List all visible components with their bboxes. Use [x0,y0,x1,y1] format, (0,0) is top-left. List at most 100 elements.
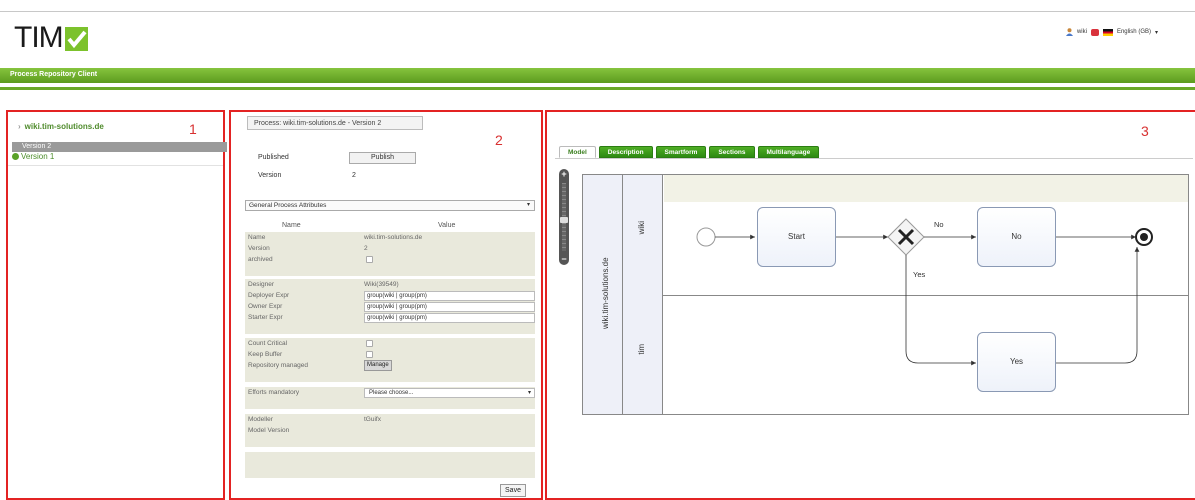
bpmn-pool[interactable]: wiki.tim-solutions.de wiki tim Start No … [582,174,1189,415]
tab-multilanguage[interactable]: Multilanguage [757,146,820,158]
attr-label: Model Version [248,427,290,434]
panel-number: 2 [495,132,503,148]
attr-row-blank [245,323,535,334]
process-model-panel: 3 Model Description Smartform Sections M… [545,110,1195,500]
manage-button[interactable]: Manage [364,360,392,371]
version-label: Version [258,172,282,179]
attr-label: Keep Buffer [248,351,283,358]
published-icon [12,153,19,160]
gateway-label-yes: Yes [913,270,926,279]
logo-text: TIM [14,21,64,54]
attr-row-modeller: Modeller tGuifx [245,414,535,425]
tree-item-version-2[interactable]: Version 2 [12,142,227,152]
tab-sections[interactable]: Sections [709,146,755,158]
tree-root-label: wiki.tim-solutions.de [24,122,104,131]
attr-row-repository-managed: Repository managed Manage [245,360,535,371]
attr-label: Repository managed [248,362,308,369]
tab-smartform[interactable]: Smartform [655,146,707,158]
attr-row-version: Version 2 [245,243,535,254]
attr-row-blank [245,436,535,447]
efforts-select-value: Please choose... [369,390,414,396]
user-name[interactable]: wiki [1077,29,1087,35]
nav-bar: Process Repository Client [0,68,1195,83]
owner-expr-input[interactable]: group(wiki | group(pm) [364,302,535,312]
attr-label: Deployer Expr [248,292,290,299]
divider [8,165,223,166]
tree-item-version-1[interactable]: Version 1 [12,152,54,162]
end-event-dot-icon [1140,233,1148,241]
attr-label: Designer [248,281,275,288]
task-no[interactable]: No [977,207,1056,267]
keep-buffer-checkbox[interactable] [366,351,373,358]
attr-row-blank [245,371,535,382]
start-event-icon[interactable] [696,227,716,247]
published-label: Published [258,154,289,161]
attr-row-count-critical: Count Critical [245,338,535,349]
attr-row-blank [245,265,535,276]
pool-header: wiki.tim-solutions.de [583,175,623,414]
attr-row-deployer: Deployer Expr group(wiki | group(pm) [245,290,535,301]
zoom-slider[interactable]: + − [559,169,569,265]
attr-label: Count Critical [248,340,288,347]
attr-label: Starter Expr [248,314,283,321]
attr-label: Efforts mandatory [248,389,300,396]
tab-model[interactable]: Model [559,146,596,158]
attr-row-blank [245,452,535,478]
task-yes[interactable]: Yes [977,332,1056,392]
flow-diagram [696,218,1153,366]
attr-label: Owner Expr [248,303,283,310]
tree-bullet-icon: › [18,122,21,131]
nav-title[interactable]: Process Repository Client [10,71,97,78]
count-critical-checkbox[interactable] [366,340,373,347]
publish-button[interactable]: Publish [349,152,416,164]
panel-number: 3 [1141,123,1149,139]
attr-label: Modeller [248,416,273,423]
user-icon [1065,28,1073,36]
attr-value: Wiki(39549) [364,281,399,288]
tab-divider [555,158,1193,159]
logo-check-icon [64,27,88,51]
attr-row-archived: archived [245,254,535,265]
version-value: 2 [352,172,356,179]
zoom-in-icon[interactable]: + [559,169,569,179]
sequence-flow[interactable] [1056,247,1140,364]
user-bar: wiki English (GB) ▾ [1065,28,1158,36]
tab-description[interactable]: Description [598,146,653,158]
tree-root[interactable]: › wiki.tim-solutions.de [18,122,104,131]
attr-row-starter: Starter Expr group(wiki | group(pm) [245,312,535,323]
task-start[interactable]: Start [757,207,836,267]
pool-title: wiki.tim-solutions.de [601,257,610,329]
tim-logo: TIM [14,23,88,53]
language-flag-icon [1102,28,1113,36]
deployer-expr-input[interactable]: group(wiki | group(pm) [364,291,535,301]
efforts-select[interactable]: Please choose... ▾ [364,388,535,398]
attr-label: Version [248,245,270,252]
attribute-group-select[interactable]: General Process Attributes ▾ [245,200,535,211]
top-divider [0,11,1195,12]
attr-row-efforts: Efforts mandatory Please choose... ▾ [245,387,535,398]
chevron-down-icon[interactable]: ▾ [1155,29,1158,36]
column-header-name: Name [282,222,301,229]
chevron-down-icon: ▾ [527,390,531,396]
language-selector[interactable]: English (GB) [1117,29,1151,35]
attr-label: archived [248,256,273,263]
process-attributes-panel: 2 Process: wiki.tim-solutions.de - Versi… [229,110,543,500]
attr-row-name: Name wiki.tim-solutions.de [245,232,535,243]
model-tabs: Model Description Smartform Sections Mul… [559,146,820,158]
zoom-handle[interactable] [560,217,568,223]
attr-label: Name [248,234,266,241]
attr-row-model-version: Model Version [245,425,535,436]
archived-checkbox[interactable] [366,256,373,263]
attr-value: tGuifx [364,416,381,423]
process-header: Process: wiki.tim-solutions.de - Version… [247,116,423,130]
attr-row-owner: Owner Expr group(wiki | group(pm) [245,301,535,312]
tree-item-label: Version 1 [21,152,55,161]
starter-expr-input[interactable]: group(wiki | group(pm) [364,313,535,323]
attr-value: 2 [364,245,368,252]
attribute-group-value: General Process Attributes [249,202,327,209]
save-button[interactable]: Save [500,484,526,497]
zoom-out-icon[interactable]: − [559,255,569,265]
attr-row-designer: Designer Wiki(39549) [245,279,535,290]
gateway-label-no: No [934,220,944,229]
favorites-icon[interactable] [1090,28,1099,36]
